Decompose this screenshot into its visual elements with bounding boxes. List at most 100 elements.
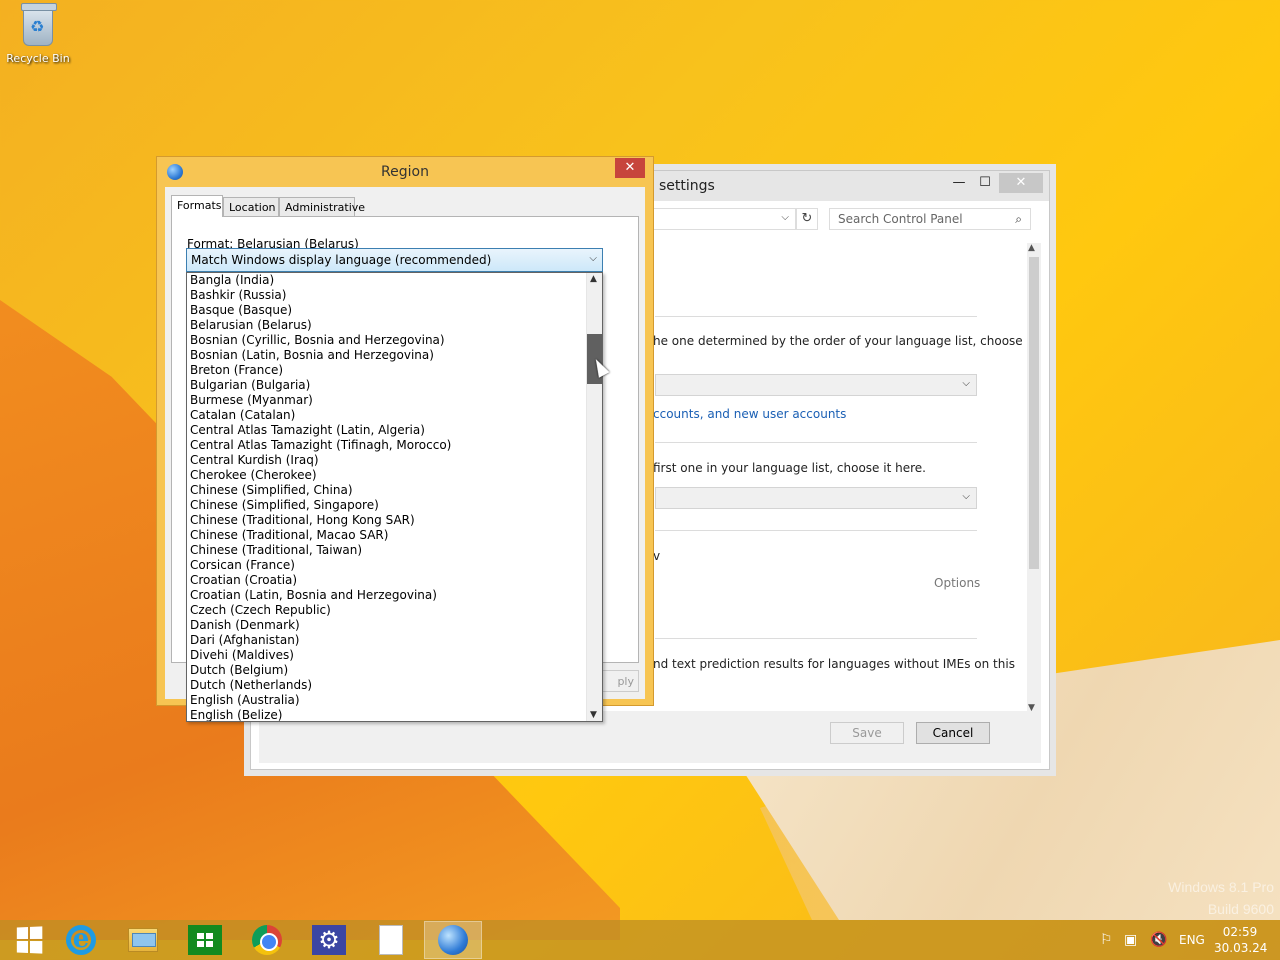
- document-icon: [379, 925, 403, 955]
- format-option[interactable]: Bangla (India): [187, 273, 602, 288]
- region-title: Region: [381, 164, 429, 180]
- input-method-select[interactable]: ⌵: [655, 487, 977, 509]
- save-button[interactable]: Save: [830, 722, 904, 744]
- settings-close-button[interactable]: ✕: [999, 173, 1043, 193]
- scroll-up-icon[interactable]: ▲: [590, 274, 597, 284]
- region-close-button[interactable]: ✕: [615, 158, 645, 178]
- format-option[interactable]: Croatian (Latin, Bosnia and Herzegovina): [187, 588, 602, 603]
- scroll-up-icon[interactable]: ▲: [1028, 243, 1035, 253]
- region-titlebar[interactable]: Region ✕: [157, 157, 653, 187]
- minimize-button[interactable]: —: [945, 173, 973, 193]
- format-option[interactable]: Catalan (Catalan): [187, 408, 602, 423]
- format-option[interactable]: Dari (Afghanistan): [187, 633, 602, 648]
- globe-icon: [438, 925, 468, 955]
- format-option[interactable]: English (Belize): [187, 708, 602, 721]
- chevron-down-icon: ⌵: [962, 378, 970, 389]
- start-button[interactable]: [0, 921, 58, 959]
- address-bar[interactable]: ⌵: [651, 208, 796, 230]
- format-option[interactable]: Belarusian (Belarus): [187, 318, 602, 333]
- format-option[interactable]: Chinese (Traditional, Taiwan): [187, 543, 602, 558]
- search-icon: ⌕: [1015, 212, 1022, 226]
- volume-muted-icon[interactable]: 🔇: [1150, 932, 1167, 948]
- file-explorer-icon: [128, 928, 158, 952]
- tab-formats[interactable]: Formats: [171, 195, 223, 217]
- settings-scroll-thumb[interactable]: [1029, 257, 1039, 569]
- settings-scrollbar[interactable]: ▲ ▼: [1027, 243, 1041, 713]
- recycle-bin-shortcut[interactable]: Recycle Bin: [6, 3, 70, 65]
- refresh-button[interactable]: ↻: [796, 208, 818, 230]
- format-option[interactable]: Bashkir (Russia): [187, 288, 602, 303]
- format-option[interactable]: Cherokee (Cherokee): [187, 468, 602, 483]
- format-options: Bangla (India) Bashkir (Russia) Basque (Ba…: [187, 273, 602, 721]
- format-option[interactable]: Dutch (Belgium): [187, 663, 602, 678]
- taskbar-store[interactable]: [176, 921, 234, 959]
- chevron-down-icon: ⌵: [589, 253, 597, 264]
- text-prediction-description: nd text prediction results for languages…: [653, 657, 1015, 671]
- format-option[interactable]: Bosnian (Latin, Bosnia and Herzegovina): [187, 348, 602, 363]
- chrome-icon: [252, 925, 282, 955]
- dropdown-scrollbar[interactable]: ▲ ▼: [586, 273, 602, 721]
- format-option[interactable]: Divehi (Maldives): [187, 648, 602, 663]
- format-option[interactable]: Central Atlas Tamazight (Tifinagh, Moroc…: [187, 438, 602, 453]
- chevron-down-icon: ⌵: [781, 212, 789, 223]
- format-option[interactable]: Central Atlas Tamazight (Latin, Algeria): [187, 423, 602, 438]
- format-option[interactable]: Croatian (Croatia): [187, 573, 602, 588]
- taskbar-clock[interactable]: 02:59 30.03.24: [1214, 924, 1268, 956]
- format-combobox[interactable]: Match Windows display language (recommen…: [186, 248, 603, 272]
- format-option[interactable]: Breton (France): [187, 363, 602, 378]
- format-option[interactable]: Chinese (Simplified, China): [187, 483, 602, 498]
- input-method-description: first one in your language list, choose …: [653, 461, 926, 475]
- internet-explorer-icon: e: [66, 925, 96, 955]
- taskbar-notepad[interactable]: [362, 921, 420, 959]
- cancel-button[interactable]: Cancel: [916, 722, 990, 744]
- windows-watermark: Windows 8.1 Pro Build 9600: [1168, 876, 1274, 920]
- partial-text: v: [653, 549, 661, 563]
- settings-window-title: settings: [659, 178, 715, 194]
- network-icon[interactable]: ▣: [1124, 932, 1137, 948]
- format-dropdown-list[interactable]: Bangla (India) Bashkir (Russia) Basque (Ba…: [186, 272, 603, 722]
- format-option[interactable]: Bulgarian (Bulgaria): [187, 378, 602, 393]
- recycle-bin-icon: [21, 3, 57, 46]
- chevron-down-icon: ⌵: [962, 491, 970, 502]
- format-option[interactable]: Chinese (Traditional, Macao SAR): [187, 528, 602, 543]
- flag-icon[interactable]: ⚐: [1100, 932, 1113, 948]
- format-option[interactable]: English (Australia): [187, 693, 602, 708]
- format-option[interactable]: Danish (Denmark): [187, 618, 602, 633]
- format-option[interactable]: Basque (Basque): [187, 303, 602, 318]
- tab-location[interactable]: Location: [223, 197, 279, 217]
- input-language-indicator[interactable]: ENG: [1179, 933, 1205, 960]
- refresh-icon: ↻: [801, 211, 813, 226]
- format-option[interactable]: Chinese (Traditional, Hong Kong SAR): [187, 513, 602, 528]
- format-option[interactable]: Bosnian (Cyrillic, Bosnia and Herzegovin…: [187, 333, 602, 348]
- taskbar-settings[interactable]: ⚙: [300, 921, 358, 959]
- options-link[interactable]: Options: [934, 576, 980, 590]
- search-control-panel-input[interactable]: Search Control Panel ⌕: [829, 208, 1031, 230]
- format-option[interactable]: Central Kurdish (Iraq): [187, 453, 602, 468]
- divider: [655, 442, 977, 443]
- format-selected-value: Match Windows display language (recommen…: [191, 253, 492, 267]
- format-option[interactable]: Czech (Czech Republic): [187, 603, 602, 618]
- taskbar-region[interactable]: [424, 921, 482, 959]
- watermark-edition: Windows 8.1 Pro: [1168, 879, 1274, 895]
- format-option[interactable]: Chinese (Simplified, Singapore): [187, 498, 602, 513]
- apply-to-accounts-link[interactable]: ccounts, and new user accounts: [653, 407, 846, 421]
- address-row: ⌵ ↻ Search Control Panel ⌕: [651, 208, 1031, 232]
- recycle-bin-label: Recycle Bin: [6, 52, 70, 65]
- taskbar-file-explorer[interactable]: [114, 921, 172, 959]
- taskbar: e ⚙ ⚐ ▣ 🔇 ENG 02:59 30.03.24: [0, 920, 1280, 960]
- taskbar-internet-explorer[interactable]: e: [52, 921, 110, 959]
- divider: [655, 530, 977, 531]
- maximize-button[interactable]: ☐: [971, 173, 999, 193]
- format-option[interactable]: Dutch (Netherlands): [187, 678, 602, 693]
- tab-administrative[interactable]: Administrative: [279, 197, 365, 217]
- taskbar-chrome[interactable]: [238, 921, 296, 959]
- clock-time: 02:59: [1222, 925, 1258, 939]
- display-language-description: he one determined by the order of your l…: [653, 334, 1023, 348]
- display-language-select[interactable]: ⌵: [655, 374, 977, 396]
- windows-logo-icon: [16, 926, 43, 954]
- clock-date: 30.03.24: [1214, 941, 1268, 955]
- scroll-down-icon[interactable]: ▼: [590, 710, 597, 720]
- format-option[interactable]: Corsican (France): [187, 558, 602, 573]
- format-option[interactable]: Burmese (Myanmar): [187, 393, 602, 408]
- gear-icon: ⚙: [312, 925, 346, 955]
